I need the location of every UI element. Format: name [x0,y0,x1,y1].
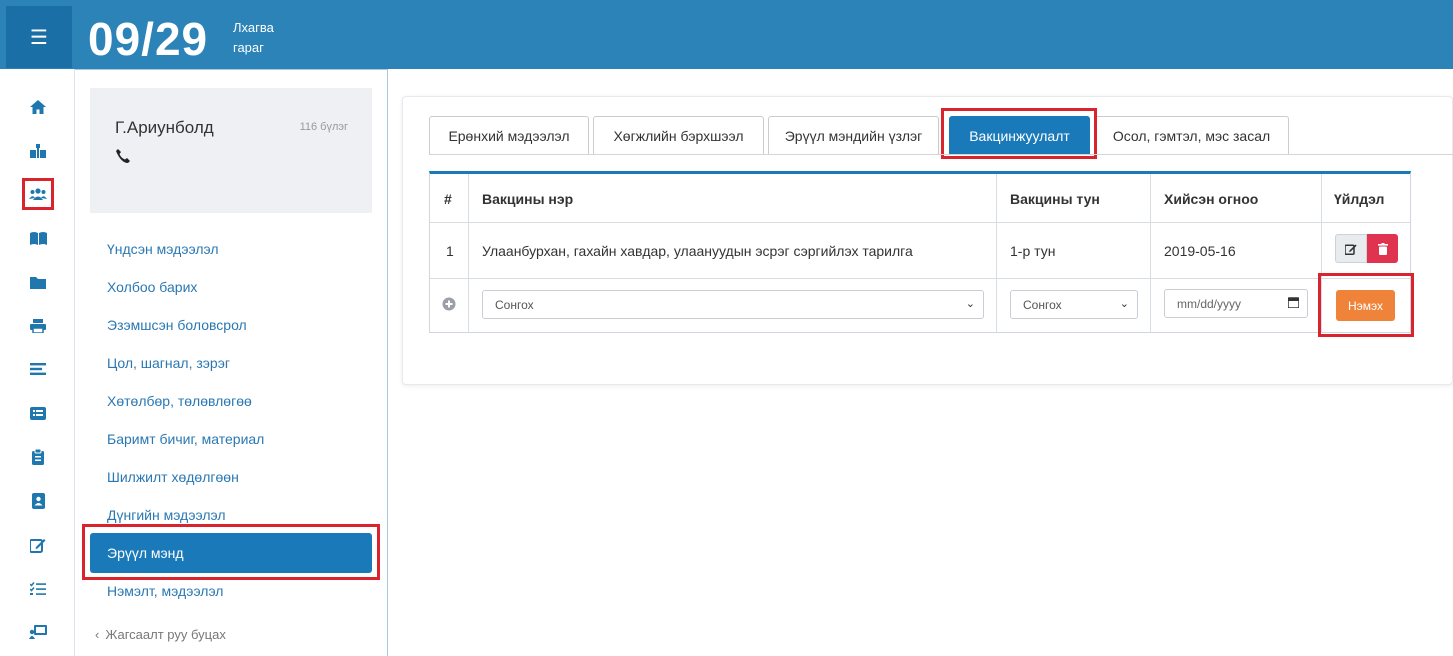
home-icon[interactable] [24,93,52,121]
sidebar-item-basic-info[interactable]: Үндсэн мэдээлэл [107,241,219,257]
sidebar-item-contact[interactable]: Холбоо барих [107,279,197,295]
vaccination-table: # Вакцины нэр Вакцины тун Хийсэн огноо Ү… [429,171,1411,333]
plus-circle-icon[interactable] [442,294,456,314]
current-date: 09/29 [88,13,209,65]
list-alt-icon[interactable] [24,399,52,427]
header-num: # [444,191,452,207]
header-date: Хийсэн огноо [1164,191,1259,207]
date-input-placeholder: mm/dd/yyyy [1177,296,1242,311]
icon-rail [0,69,75,656]
edit-icon [1345,244,1357,255]
sidebar-item-additional-info[interactable]: Нэмэлт, мэдээлэл [107,583,223,599]
profile-name: Г.Ариунболд [115,118,214,137]
profile-sidebar: Г.Ариунболд 116 бүлэг Үндсэн мэдээлэл Хо… [75,69,388,656]
chevron-left-icon: ‹ [95,627,100,642]
sidebar-item-programs[interactable]: Хөтөлбөр, төлөвлөгөө [107,393,252,409]
list-icon[interactable] [24,355,52,383]
row-vaccine-name: Улаанбурхан, гахайн хавдар, улаануудын э… [482,242,913,259]
row-divider [430,278,1410,279]
back-to-list-link[interactable]: ‹ Жагсаалт руу буцах [95,627,226,642]
row-dose: 1-р тун [1010,242,1056,259]
sidebar-item-documents[interactable]: Баримт бичиг, материал [107,431,264,447]
clipboard-icon[interactable] [24,443,52,471]
sitemap-icon[interactable] [24,137,52,165]
tab-general-info[interactable]: Ерөнхий мэдээлэл [429,116,589,154]
header-vaccine-name: Вакцины нэр [482,191,574,207]
chevron-down-icon: ⌄ [965,298,975,310]
column-divider [996,174,997,333]
tab-injury-surgery[interactable]: Осол, гэмтэл, мэс засал [1094,116,1289,154]
dose-select-value: Сонгох [1023,297,1062,312]
vaccine-name-select[interactable]: Сонгох ⌄ [482,290,984,319]
chevron-down-icon: ⌄ [1119,298,1129,310]
highlight-box [941,108,1097,159]
hamburger-icon[interactable]: ☰ [6,6,72,68]
address-book-icon[interactable] [24,487,52,515]
vaccine-name-select-value: Сонгох [495,297,534,312]
header-action: Үйлдэл [1334,191,1385,207]
column-divider [1150,174,1151,333]
trash-icon [1377,242,1388,255]
dose-select[interactable]: Сонгох ⌄ [1010,290,1138,319]
delete-button[interactable] [1367,234,1398,263]
sidebar-item-grades[interactable]: Дүнгийн мэдээлэл [107,507,226,523]
book-icon[interactable] [24,224,52,252]
edit-button[interactable] [1335,234,1367,263]
highlight-box [1318,273,1414,337]
header-dose: Вакцины тун [1010,191,1100,207]
row-date: 2019-05-16 [1164,242,1236,259]
back-to-list-label: Жагсаалт руу буцах [105,627,226,642]
tab-health-checkup[interactable]: Эрүүл мэндийн үзлэг [768,116,939,154]
edit-icon[interactable] [24,531,52,559]
column-divider [468,174,469,333]
date-input[interactable]: mm/dd/yyyy [1164,289,1308,318]
chalkboard-teacher-icon[interactable] [24,618,52,646]
profile-card: Г.Ариунболд 116 бүлэг [90,88,372,213]
current-weekday: Лхагва гараг [233,20,274,55]
sidebar-item-awards[interactable]: Цол, шагнал, зэрэг [107,355,230,371]
row-num: 1 [446,242,454,259]
sidebar-item-health[interactable]: Эрүүл мэнд [90,533,372,573]
print-icon[interactable] [24,312,52,340]
tab-disability[interactable]: Хөгжлийн бэрхшээл [593,116,764,154]
users-icon[interactable] [22,178,54,210]
profile-unit: 116 бүлэг [299,121,348,133]
tasks-icon[interactable] [24,575,52,603]
tab-divider [429,154,1453,155]
sidebar-item-education[interactable]: Эзэмшсэн боловсрол [107,317,247,333]
folder-icon[interactable] [24,268,52,296]
calendar-icon[interactable] [1287,297,1300,311]
phone-icon[interactable] [115,148,131,169]
sidebar-item-transfers[interactable]: Шилжилт хөдөлгөөн [107,469,239,485]
top-header: ☰ 09/29 Лхагва гараг [0,0,1453,69]
